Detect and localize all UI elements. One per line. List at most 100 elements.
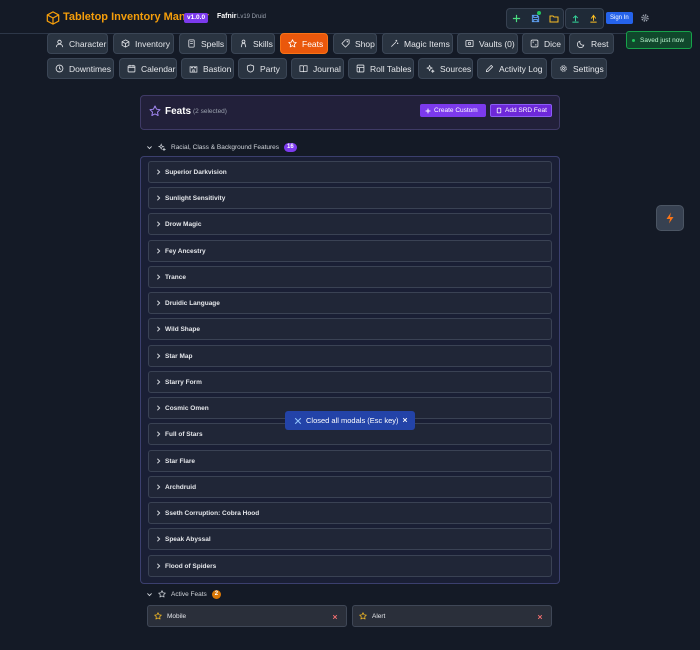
- dice-icon: [530, 39, 539, 48]
- button-label: Add SRD Feat: [505, 107, 547, 114]
- feature-item[interactable]: Flood of Spiders: [148, 555, 552, 577]
- sign-in-button[interactable]: Sign In: [606, 12, 633, 24]
- count-badge: 16: [284, 142, 297, 152]
- nav-settings[interactable]: Settings: [551, 58, 607, 79]
- book-icon: [496, 107, 502, 114]
- feature-name: Sseth Corruption: Cobra Hood: [165, 509, 260, 517]
- nav-bastion[interactable]: Bastion: [181, 58, 234, 79]
- remove-icon[interactable]: [537, 614, 543, 620]
- feature-item[interactable]: Sseth Corruption: Cobra Hood: [148, 502, 552, 524]
- nav-dice[interactable]: Dice: [522, 33, 565, 54]
- nav-label: Spells: [201, 38, 225, 49]
- nav-sources[interactable]: Sources: [418, 58, 473, 79]
- nav-label: Downtimes: [69, 63, 112, 74]
- header-transfer-group: [565, 8, 604, 29]
- feature-name: Wild Shape: [165, 325, 200, 333]
- nav-feats[interactable]: Feats: [280, 33, 328, 54]
- chevron-down-icon: [147, 145, 152, 149]
- nav-label: Settings: [573, 63, 604, 74]
- saved-status-text: Saved just now: [640, 36, 685, 44]
- chevron-right-icon: [157, 458, 161, 464]
- features-list: Superior Darkvision Sunlight Sensitivity…: [140, 156, 560, 584]
- quick-action-button[interactable]: [656, 205, 684, 231]
- nav-label: Activity Log: [499, 63, 543, 74]
- chevron-right-icon: [157, 484, 161, 490]
- add-button[interactable]: [507, 9, 526, 28]
- feature-item[interactable]: Trance: [148, 266, 552, 288]
- feature-item[interactable]: Archdruid: [148, 476, 552, 498]
- active-feats-section-toggle[interactable]: Active Feats 2: [146, 588, 222, 600]
- nav-character[interactable]: Character: [47, 33, 108, 54]
- create-custom-button[interactable]: Create Custom: [420, 104, 486, 117]
- feature-item[interactable]: Druidic Language: [148, 292, 552, 314]
- download-button[interactable]: [566, 9, 585, 28]
- nav-label: Dice: [544, 38, 562, 49]
- count-badge: 2: [211, 589, 222, 599]
- chevron-right-icon: [157, 248, 161, 254]
- nav-journal[interactable]: Journal: [291, 58, 344, 79]
- nav-inventory[interactable]: Inventory: [113, 33, 174, 54]
- nav-label: Sources: [440, 63, 472, 74]
- feature-name: Cosmic Omen: [165, 404, 209, 412]
- feature-name: Fey Ancestry: [165, 247, 206, 255]
- star-icon: [149, 105, 161, 117]
- nav-spells[interactable]: Spells: [179, 33, 227, 54]
- plus-icon: [512, 14, 520, 23]
- vault-icon: [465, 39, 474, 48]
- nav-roll-tables[interactable]: Roll Tables: [348, 58, 414, 79]
- nav-skills[interactable]: Skills: [231, 33, 275, 54]
- feature-name: Sunlight Sensitivity: [165, 194, 226, 202]
- cube-logo-icon: [46, 11, 60, 25]
- upload-button[interactable]: [585, 9, 604, 28]
- pencil-icon: [485, 64, 494, 73]
- nav-vaults[interactable]: Vaults (0): [457, 33, 518, 54]
- feature-name: Drow Magic: [165, 220, 202, 228]
- table-icon: [356, 64, 365, 73]
- feature-item[interactable]: Star Flare: [148, 450, 552, 472]
- chevron-right-icon: [157, 536, 161, 542]
- sparkle-icon: [158, 143, 166, 151]
- character-name[interactable]: Fafnir: [217, 13, 236, 20]
- saved-indicator-dot: [537, 11, 542, 15]
- chevron-right-icon: [157, 300, 161, 306]
- nav-activity-log[interactable]: Activity Log: [477, 58, 547, 79]
- chevron-right-icon: [157, 221, 161, 227]
- app-header: Tabletop Inventory Manager v1.0.0 Fafnir…: [0, 0, 700, 34]
- feature-item[interactable]: Speak Abyssal: [148, 528, 552, 550]
- selected-count: (2 selected): [193, 108, 227, 115]
- feature-item[interactable]: Wild Shape: [148, 318, 552, 340]
- remove-icon[interactable]: [332, 614, 338, 620]
- upload-icon: [590, 14, 597, 23]
- feature-name: Speak Abyssal: [165, 535, 211, 543]
- nav-magic-items[interactable]: Magic Items: [382, 33, 453, 54]
- gear-icon[interactable]: [640, 13, 650, 23]
- nav-downtimes[interactable]: Downtimes: [47, 58, 114, 79]
- open-folder-button[interactable]: [544, 9, 563, 28]
- nav-label: Shop: [355, 38, 375, 49]
- feature-name: Star Flare: [165, 457, 195, 465]
- add-srd-feat-button[interactable]: Add SRD Feat: [490, 104, 552, 117]
- active-feat-card[interactable]: Alert: [352, 605, 552, 627]
- wand-icon: [391, 39, 399, 47]
- nav-label: Bastion: [203, 63, 232, 74]
- nav-shop[interactable]: Shop: [333, 33, 377, 54]
- feature-item[interactable]: Fey Ancestry: [148, 240, 552, 262]
- nav-label: Journal: [313, 63, 341, 74]
- folder-icon: [549, 15, 559, 23]
- save-button[interactable]: [526, 9, 545, 28]
- feature-item[interactable]: Sunlight Sensitivity: [148, 187, 552, 209]
- active-feat-card[interactable]: Mobile: [147, 605, 347, 627]
- feature-item[interactable]: Superior Darkvision: [148, 161, 552, 183]
- close-icon[interactable]: [402, 417, 408, 423]
- nav-rest[interactable]: Rest: [569, 33, 614, 54]
- features-section-toggle[interactable]: Racial, Class & Background Features 16: [146, 141, 297, 153]
- button-label: Create Custom: [434, 107, 478, 114]
- feature-item[interactable]: Star Map: [148, 345, 552, 367]
- nav-calendar[interactable]: Calendar: [119, 58, 177, 79]
- header-actions-group: [506, 8, 564, 29]
- feature-item[interactable]: Starry Form: [148, 371, 552, 393]
- plus-icon: [425, 108, 431, 113]
- feature-item[interactable]: Drow Magic: [148, 213, 552, 235]
- gear-icon: [560, 65, 567, 72]
- nav-party[interactable]: Party: [238, 58, 287, 79]
